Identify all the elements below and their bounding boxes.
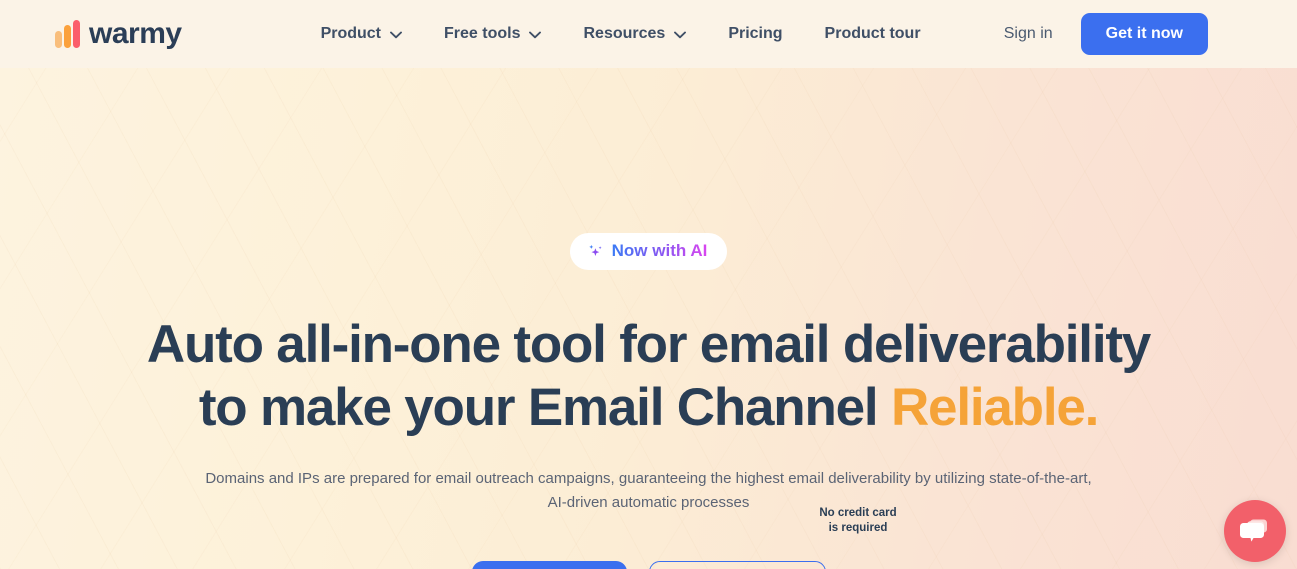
chat-bubbles-icon — [1240, 517, 1270, 545]
nav-item-label: Resources — [583, 25, 666, 42]
chat-widget-button[interactable] — [1224, 500, 1286, 562]
no-credit-card-line-1: No credit card — [819, 507, 897, 519]
nav-item-pricing[interactable]: Pricing — [707, 25, 803, 43]
nav-item-resources[interactable]: Resources — [562, 25, 707, 43]
nav-item-label: Free tools — [444, 25, 521, 42]
nav-item-product-tour[interactable]: Product tour — [804, 25, 942, 43]
book-a-demo-button[interactable]: Book a demo — [648, 561, 826, 569]
nav-item-label: Product — [320, 25, 382, 42]
hero-section: Now with AI Auto all-in-one tool for ema… — [0, 68, 1297, 569]
hero-actions: Start free trial Book a demo No credit c… — [0, 507, 1297, 569]
nav-item-label: Product tour — [824, 25, 921, 42]
nav-item-free-tools[interactable]: Free tools — [423, 25, 562, 43]
subtext-line-2: AI-driven automatic processes — [547, 494, 750, 512]
no-credit-card-line-2: is required — [828, 521, 888, 534]
logo-warmy[interactable]: warmy — [55, 19, 182, 49]
no-credit-card-note: No credit card is required — [810, 506, 906, 535]
now-with-ai-badge[interactable]: Now with AI — [568, 231, 729, 272]
page-title: Auto all-in-one tool for email deliverab… — [146, 313, 1151, 439]
headline-line-2: to make your Email Channel — [198, 378, 891, 438]
chevron-down-icon — [674, 31, 687, 39]
site-header: warmy Product Free tools Resources Prici… — [0, 0, 1297, 68]
headline-accent: Reliable. — [890, 378, 1099, 438]
chevron-down-icon — [529, 31, 542, 39]
nav-item-label: Pricing — [728, 25, 783, 42]
sparkle-ai-icon — [587, 243, 604, 260]
nav-item-product[interactable]: Product — [300, 25, 423, 43]
sign-in-link[interactable]: Sign in — [976, 25, 1081, 43]
chevron-down-icon — [390, 31, 402, 39]
hero-subtext: Domains and IPs are prepared for email o… — [205, 467, 1091, 516]
main-navigation: Product Free tools Resources Pricing Pro… — [300, 25, 942, 43]
logo-bars-icon — [55, 20, 80, 48]
header-actions: Sign in Get it now — [976, 13, 1208, 55]
start-free-trial-button[interactable]: Start free trial — [471, 561, 627, 569]
subtext-line-1: Domains and IPs are prepared for email o… — [205, 470, 1092, 488]
badge-label: Now with AI — [611, 241, 708, 260]
get-it-now-button[interactable]: Get it now — [1080, 13, 1208, 55]
headline-line-1: Auto all-in-one tool for email deliverab… — [146, 315, 1151, 374]
logo-wordmark: warmy — [89, 17, 182, 50]
